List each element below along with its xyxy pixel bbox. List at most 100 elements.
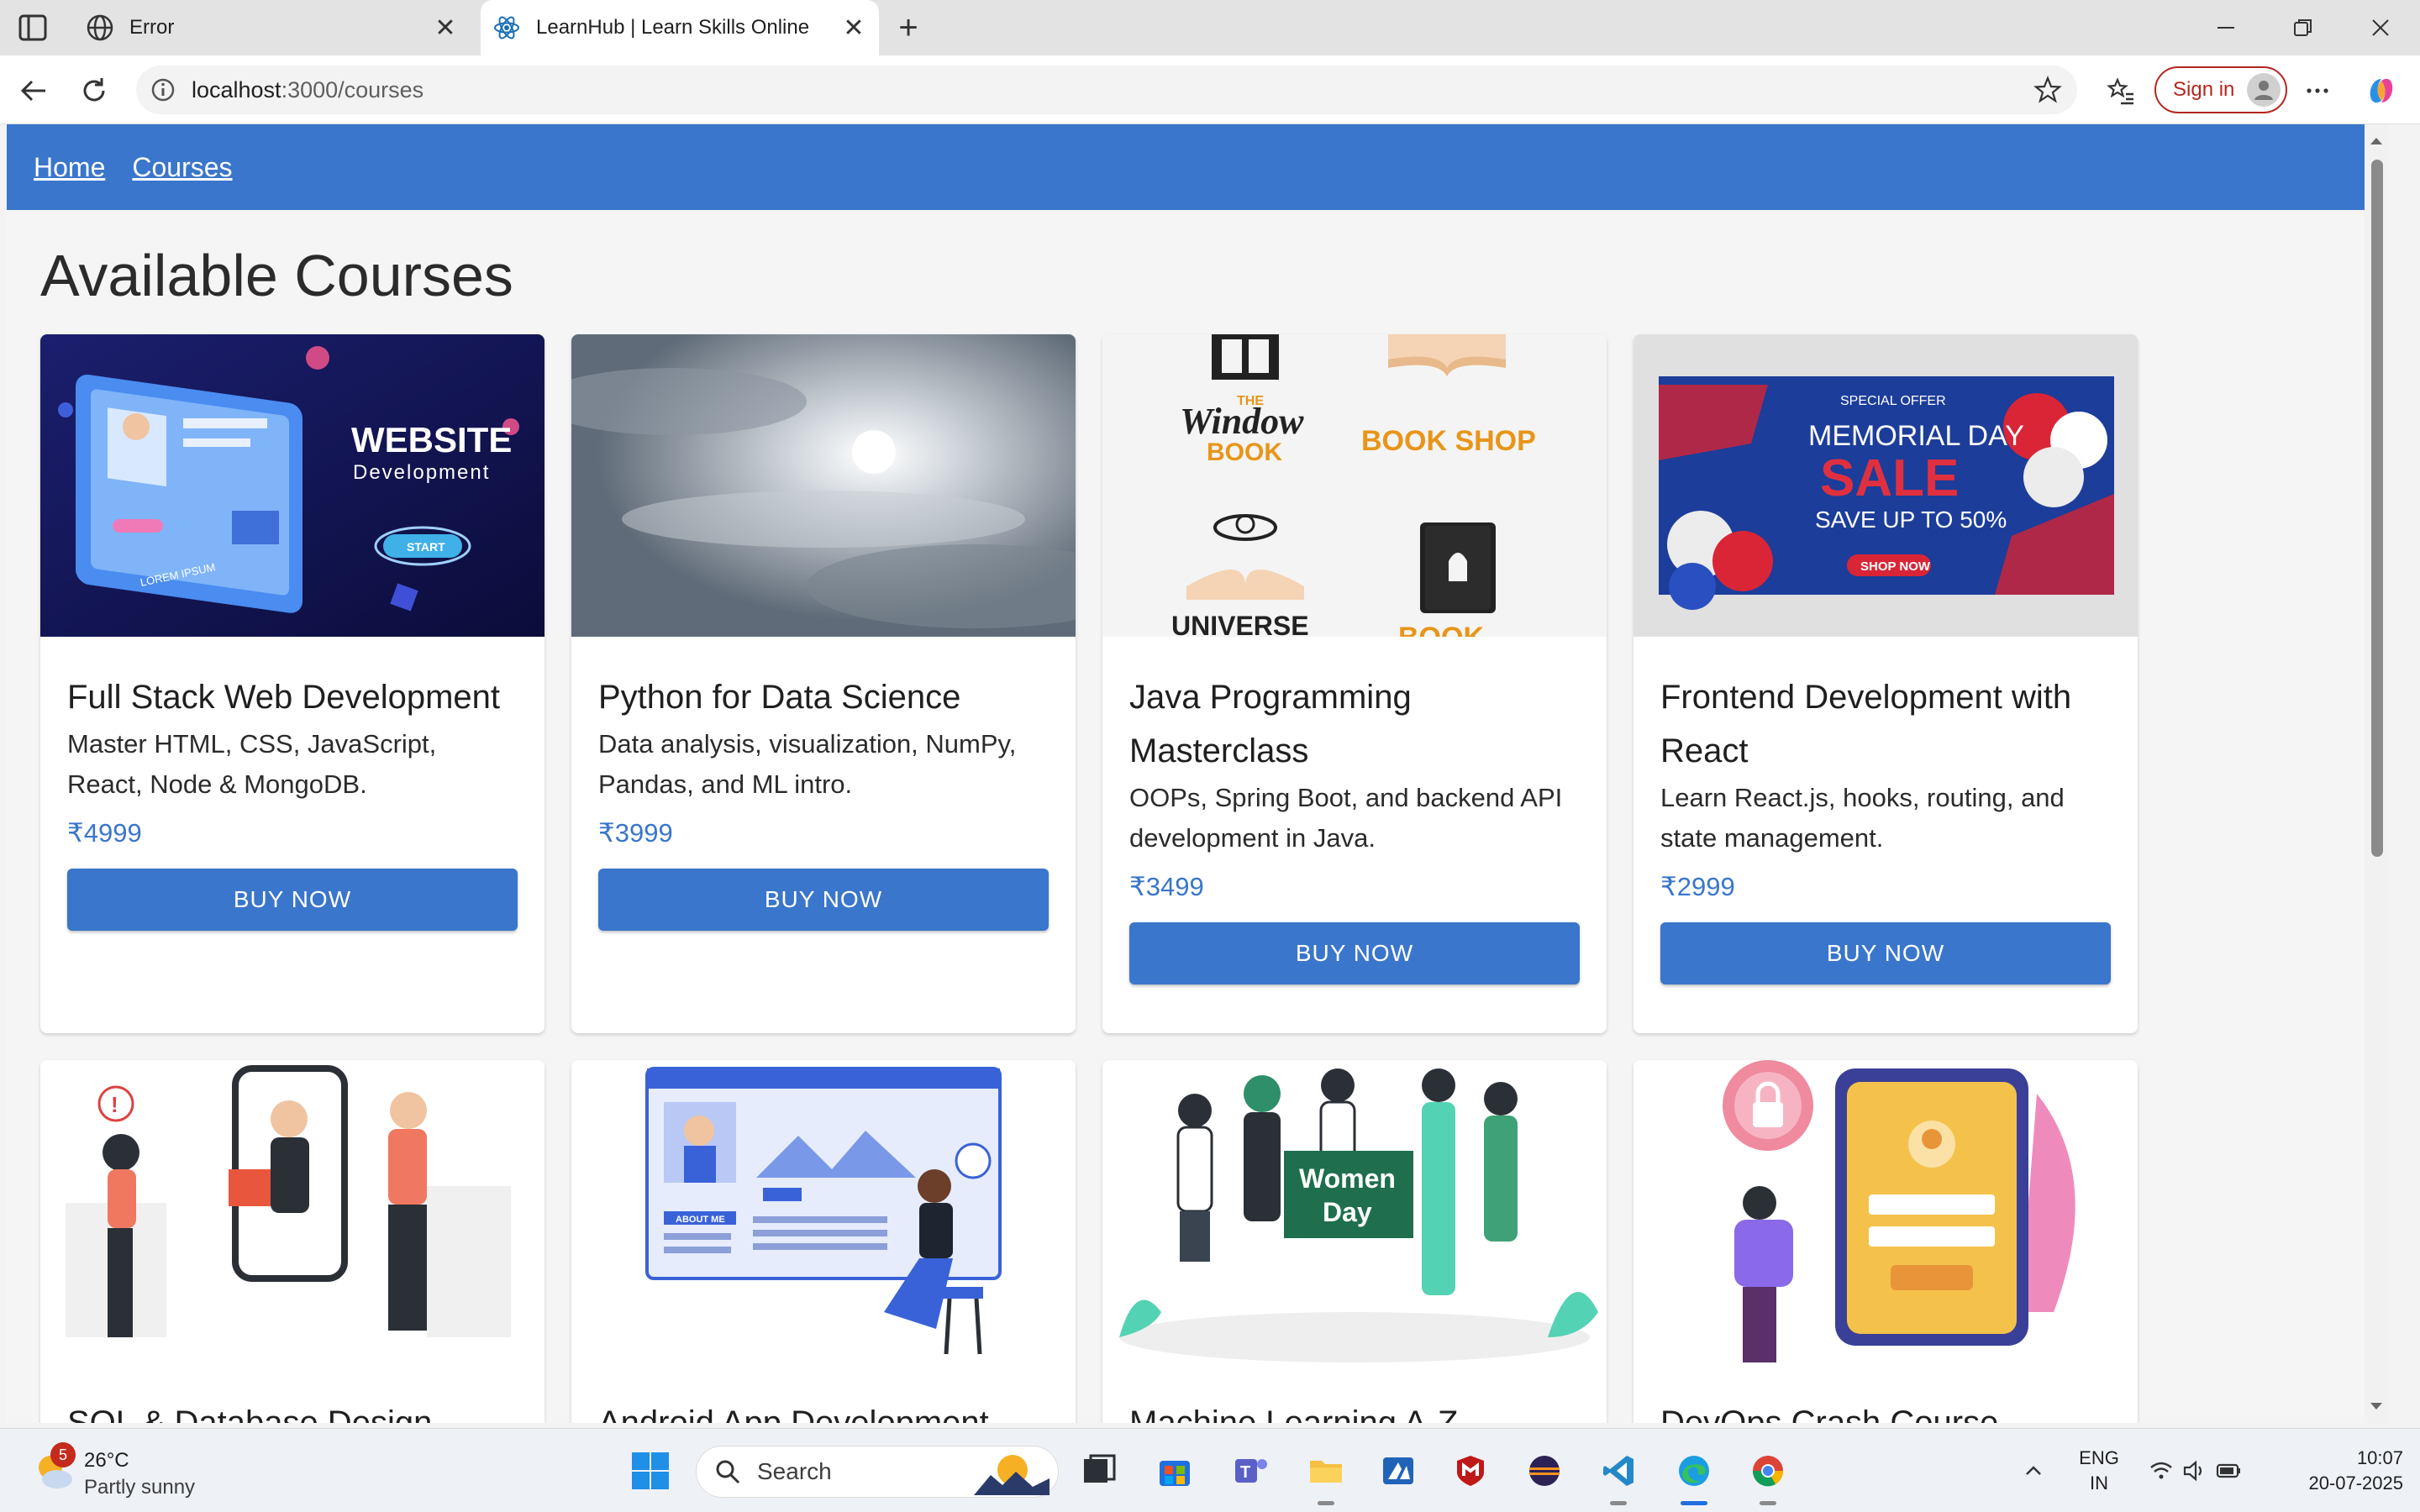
- edge-browser-icon[interactable]: [1670, 1447, 1718, 1494]
- copilot-icon[interactable]: [2361, 71, 2402, 111]
- taskbar-search[interactable]: Search: [696, 1446, 1059, 1498]
- course-title: Python for Data Science: [598, 679, 961, 716]
- bing-highlight-icon: [974, 1450, 1050, 1499]
- course-card: ! SQL & Database Design: [40, 1060, 544, 1423]
- tab-error[interactable]: Error ✕: [74, 0, 471, 55]
- sign-in-label: Sign in: [2173, 78, 2235, 101]
- profile-avatar-icon: [2247, 73, 2281, 107]
- course-card: Women Day Machine Learning A-Z: [1102, 1060, 1607, 1423]
- buy-now-button[interactable]: BUY NOW: [1129, 922, 1580, 984]
- buy-now-button[interactable]: BUY NOW: [1660, 922, 2111, 984]
- course-image-gift-smartphone: !: [40, 1060, 544, 1362]
- back-arrow-icon[interactable]: [13, 71, 54, 111]
- window-close-icon[interactable]: [2351, 7, 2410, 49]
- windows-start-icon[interactable]: [627, 1447, 674, 1494]
- page-title: Available Courses: [40, 243, 513, 308]
- minimize-icon[interactable]: [2196, 7, 2255, 49]
- course-title: Java Programming Masterclass: [1129, 679, 1412, 769]
- course-title: Frontend Development with React: [1660, 679, 2072, 769]
- microsoft-store-icon[interactable]: [1151, 1447, 1198, 1494]
- scroll-up-arrow-icon[interactable]: [2368, 133, 2385, 150]
- svg-text:SAVE UP TO 50%: SAVE UP TO 50%: [1815, 507, 2007, 533]
- teams-icon[interactable]: T: [1227, 1447, 1274, 1494]
- task-view-icon[interactable]: [1076, 1447, 1123, 1494]
- course-description: Learn React.js, hooks, routing, and stat…: [1660, 783, 2065, 853]
- favorites-icon[interactable]: [2101, 71, 2141, 111]
- course-card: Python for Data Science Data analysis, v…: [571, 334, 1076, 1033]
- url-text: localhost:3000/courses: [192, 76, 424, 102]
- app-running-indicator: [1318, 1501, 1334, 1505]
- svg-text:BOOK: BOOK: [1207, 438, 1282, 466]
- svg-text:BOOK: BOOK: [1398, 622, 1484, 637]
- weather-widget[interactable]: 5 26°C Partly sunny: [27, 1441, 279, 1501]
- reload-icon[interactable]: [74, 71, 114, 111]
- restore-icon[interactable]: [2274, 7, 2333, 49]
- svg-text:Women: Women: [1299, 1163, 1396, 1194]
- globe-icon: [86, 13, 114, 42]
- course-card: SPECIAL OFFER MEMORIAL DAY SALE SAVE UP …: [1634, 334, 2138, 1033]
- windows-taskbar: 5 26°C Partly sunny Search T ENG IN 10:0…: [0, 1428, 2420, 1512]
- sign-in-button[interactable]: Sign in: [2154, 66, 2287, 113]
- file-explorer-icon[interactable]: [1302, 1447, 1349, 1494]
- language-indicator[interactable]: ENG IN: [2072, 1446, 2126, 1496]
- site-info-icon[interactable]: [150, 76, 176, 103]
- search-icon: [715, 1459, 740, 1484]
- course-card: WEBSITE Development START LOREM IPSUM Fu…: [40, 334, 544, 1033]
- buy-now-button[interactable]: BUY NOW: [67, 869, 518, 931]
- notification-badge: 5: [50, 1442, 76, 1467]
- favorite-star-icon[interactable]: [2033, 76, 2062, 104]
- course-image-book-logos: THE Window BOOK BOOK SHOP UNIVERSE BOOK: [1102, 334, 1607, 637]
- app-active-indicator: [1681, 1501, 1707, 1505]
- scroll-down-arrow-icon[interactable]: [2368, 1398, 2385, 1415]
- react-logo-icon: [492, 13, 521, 42]
- course-title: Full Stack Web Development: [67, 679, 501, 716]
- svg-text:SALE: SALE: [1820, 449, 1959, 507]
- close-icon[interactable]: ✕: [837, 11, 871, 45]
- course-price: ₹3499: [1129, 872, 1204, 901]
- mcafee-icon[interactable]: [1447, 1447, 1494, 1494]
- course-description: Data analysis, visualization, NumPy, Pan…: [598, 729, 1017, 799]
- eclipse-icon[interactable]: [1521, 1447, 1568, 1494]
- azure-data-studio-icon[interactable]: [1375, 1447, 1422, 1494]
- chrome-icon[interactable]: [1744, 1447, 1791, 1494]
- svg-text:BOOK SHOP: BOOK SHOP: [1361, 425, 1536, 457]
- tab-learnhub[interactable]: LearnHub | Learn Skills Online ✕: [481, 0, 879, 55]
- course-price: ₹4999: [67, 818, 142, 848]
- course-price: ₹2999: [1660, 872, 1735, 901]
- course-title: Machine Learning A-Z: [1129, 1404, 1459, 1423]
- chevron-up-icon[interactable]: [2017, 1446, 2050, 1496]
- volume-icon[interactable]: [2180, 1446, 2210, 1496]
- address-bar[interactable]: localhost:3000/courses: [136, 66, 2077, 114]
- app-running-indicator: [1760, 1501, 1776, 1505]
- course-card: THE Window BOOK BOOK SHOP UNIVERSE BOOK …: [1102, 334, 1607, 1033]
- scrollbar-thumb[interactable]: [2371, 160, 2383, 857]
- search-label: Search: [757, 1458, 832, 1484]
- browser-tab-strip: Error ✕ LearnHub | Learn Skills Online ✕…: [0, 0, 2420, 55]
- web-page: Home Courses Available Courses WEBSITE D…: [7, 124, 2388, 1423]
- svg-text:T: T: [1240, 1463, 1250, 1482]
- nav-link-courses[interactable]: Courses: [132, 152, 232, 183]
- new-tab-button[interactable]: +: [891, 9, 926, 46]
- nav-link-home[interactable]: Home: [34, 152, 105, 183]
- svg-text:Day: Day: [1323, 1197, 1372, 1227]
- svg-text:ABOUT ME: ABOUT ME: [676, 1215, 725, 1225]
- svg-text:Window: Window: [1180, 401, 1304, 442]
- svg-text:WEBSITE: WEBSITE: [351, 420, 512, 459]
- svg-text:!: !: [111, 1092, 118, 1117]
- more-options-icon[interactable]: [2297, 71, 2338, 111]
- system-clock[interactable]: 10:07 20-07-2025: [2286, 1446, 2403, 1496]
- vscode-icon[interactable]: [1595, 1447, 1642, 1494]
- app-navbar: Home Courses: [7, 124, 2388, 210]
- tab-title: Error: [129, 16, 175, 39]
- svg-text:Development: Development: [353, 461, 490, 484]
- close-icon[interactable]: ✕: [429, 11, 462, 45]
- wifi-icon[interactable]: [2146, 1446, 2176, 1496]
- buy-now-button[interactable]: BUY NOW: [598, 869, 1049, 931]
- vertical-scrollbar[interactable]: [2365, 124, 2388, 1423]
- battery-icon[interactable]: [2213, 1446, 2244, 1496]
- tab-actions-icon[interactable]: [17, 13, 50, 42]
- course-image-memorial-day-sale: SPECIAL OFFER MEMORIAL DAY SALE SAVE UP …: [1634, 334, 2138, 637]
- course-image-website-development: WEBSITE Development START LOREM IPSUM: [40, 334, 544, 637]
- svg-text:START: START: [407, 540, 445, 554]
- course-title: DevOps Crash Course: [1660, 1404, 1999, 1423]
